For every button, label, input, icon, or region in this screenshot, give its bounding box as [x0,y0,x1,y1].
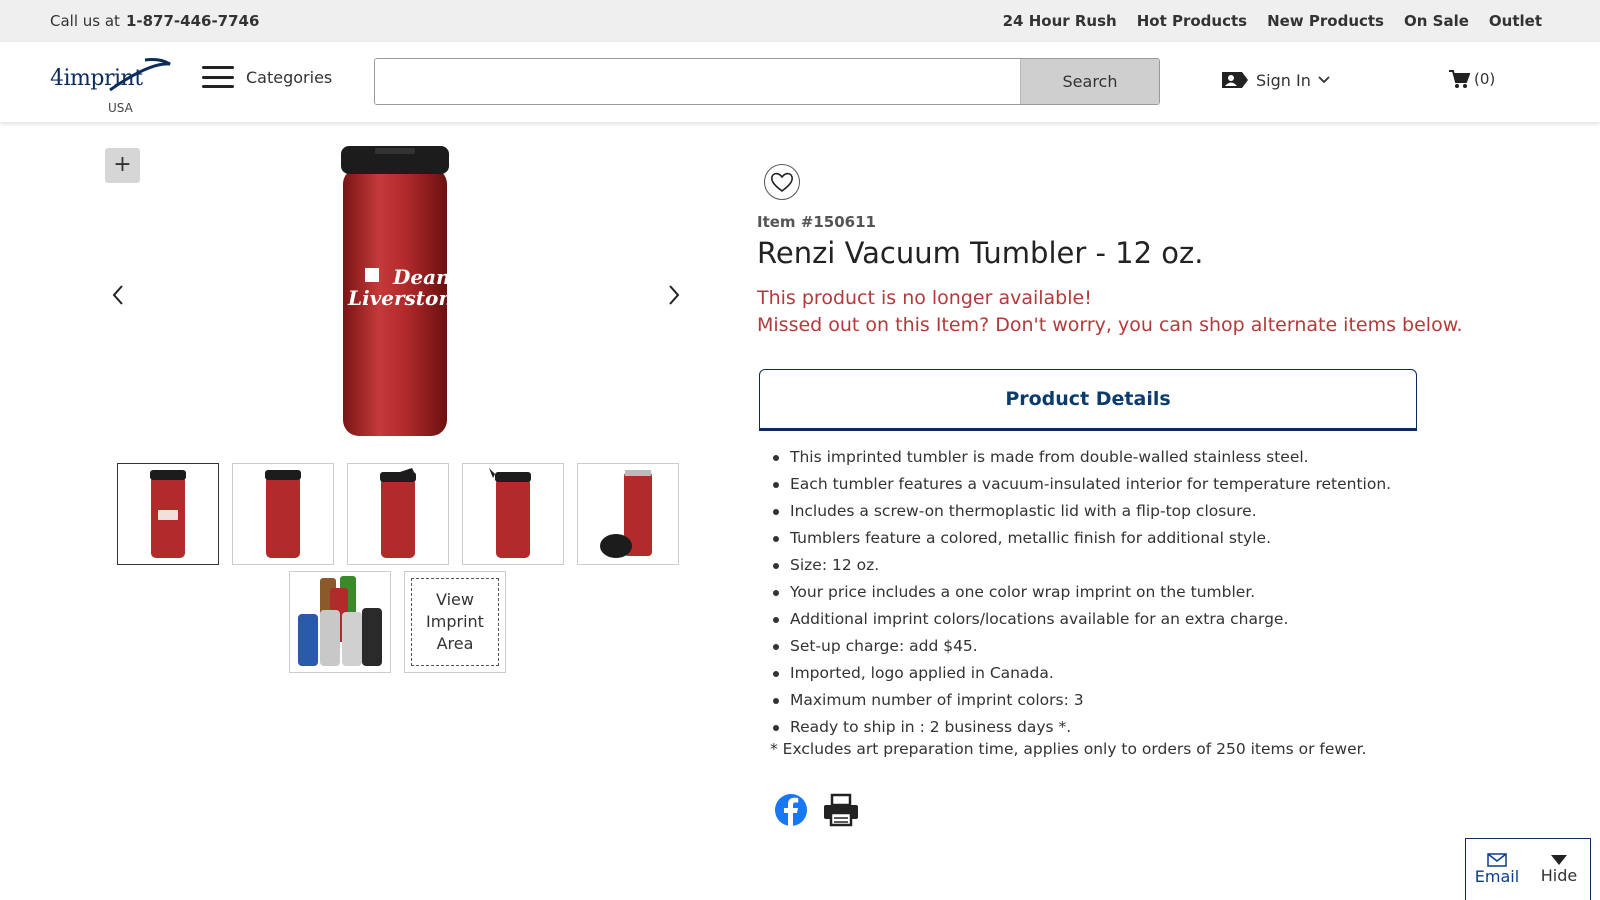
logo-brand: 4imprint [50,66,143,91]
site-header: 4imprint USA Categories Search Sign In (… [0,42,1600,122]
product-details-list: This imprinted tumbler is made from doub… [773,444,1510,741]
logo-country: USA [108,101,133,115]
envelope-icon [1487,853,1507,867]
thumb-tumbler-plain [265,470,301,558]
thumb-tumbler-side [489,468,531,558]
email-label: Email [1474,867,1520,886]
link-outlet[interactable]: Outlet [1489,12,1542,30]
thumbnail-3[interactable] [347,463,449,565]
list-item: Your price includes a one color wrap imp… [773,579,1510,606]
call-label: Call us at [50,12,120,30]
list-item: This imprinted tumbler is made from doub… [773,444,1510,471]
heart-icon [771,172,793,193]
previous-image-arrow-icon[interactable] [106,280,130,310]
hide-label: Hide [1540,866,1578,885]
list-item: Maximum number of imprint colors: 3 [773,687,1510,714]
email-hide-widget: Email Hide [1465,838,1591,900]
main-logo-line2: Liverston [347,286,453,310]
link-24-hour-rush[interactable]: 24 Hour Rush [1003,12,1117,30]
search-input[interactable] [375,59,1020,104]
site-logo[interactable]: 4imprint USA [50,52,175,115]
alternate-items-notice: Missed out on this Item? Don't worry, yo… [757,314,1463,336]
list-item: Each tumbler features a vacuum-insulated… [773,471,1510,498]
chevron-down-icon [1318,76,1330,84]
search-bar: Search [374,58,1160,105]
next-image-arrow-icon[interactable] [662,280,686,310]
view-imprint-area-button[interactable]: View Imprint Area [404,571,506,673]
tab-product-details[interactable]: Product Details [759,369,1417,431]
cart-icon [1449,70,1470,88]
thumbnail-1[interactable] [117,463,219,565]
link-new-products[interactable]: New Products [1267,12,1384,30]
thumbnail-2[interactable] [232,463,334,565]
favorite-button[interactable] [764,164,800,200]
facebook-icon[interactable] [774,793,808,827]
view-imprint-area-label: View Imprint Area [411,578,499,666]
list-item: Includes a screw-on thermoplastic lid wi… [773,498,1510,525]
utility-bar: Call us at 1-877-446-7746 24 Hour Rush Ho… [0,0,1600,42]
caret-down-icon [1551,855,1567,865]
thumbnail-5[interactable] [577,463,679,565]
thumbnail-4[interactable] [462,463,564,565]
item-number: Item #150611 [757,213,876,231]
hamburger-icon [202,66,234,88]
cart-button[interactable]: (0) [1448,69,1495,89]
phone-number[interactable]: 1-877-446-7746 [126,12,259,30]
categories-button[interactable]: Categories [202,66,332,88]
categories-label: Categories [246,67,333,87]
account-icon [1222,72,1248,88]
email-button[interactable]: Email [1466,839,1528,900]
thumb-tumbler-logo [150,470,186,558]
list-item: Additional imprint colors/locations avai… [773,606,1510,633]
thumbnail-colors[interactable] [289,571,391,673]
zoom-button[interactable]: + [105,148,140,183]
print-icon[interactable] [822,793,860,827]
utility-links: 24 Hour Rush Hot Products New Products O… [1003,12,1542,30]
main-product-image[interactable]: Dean Liverston [335,142,455,442]
thumb-color-options [298,576,382,666]
thumb-tumbler-lid-off [600,470,652,558]
unavailable-notice: This product is no longer available! [757,287,1092,309]
list-item: Size: 12 oz. [773,552,1510,579]
shipping-footnote: * Excludes art preparation time, applies… [770,740,1367,758]
link-hot-products[interactable]: Hot Products [1137,12,1247,30]
search-button[interactable]: Search [1020,59,1159,104]
cart-count: (0) [1474,70,1496,88]
hide-button[interactable]: Hide [1528,839,1590,900]
link-on-sale[interactable]: On Sale [1404,12,1469,30]
thumb-tumbler-lid-open [380,468,416,558]
sign-in-button[interactable]: Sign In [1220,69,1331,91]
thumbnail-strip [117,463,679,565]
list-item: Set-up charge: add $45. [773,633,1510,660]
share-tools [774,793,860,827]
call-us: Call us at 1-877-446-7746 [50,12,259,30]
sign-in-label: Sign In [1256,70,1311,90]
thumbnail-strip-2: View Imprint Area [289,571,506,673]
list-item: Tumblers feature a colored, metallic fin… [773,525,1510,552]
list-item: Imported, logo applied in Canada. [773,660,1510,687]
product-title: Renzi Vacuum Tumbler - 12 oz. [757,236,1204,270]
list-item: Ready to ship in : 2 business days *. [773,714,1510,741]
